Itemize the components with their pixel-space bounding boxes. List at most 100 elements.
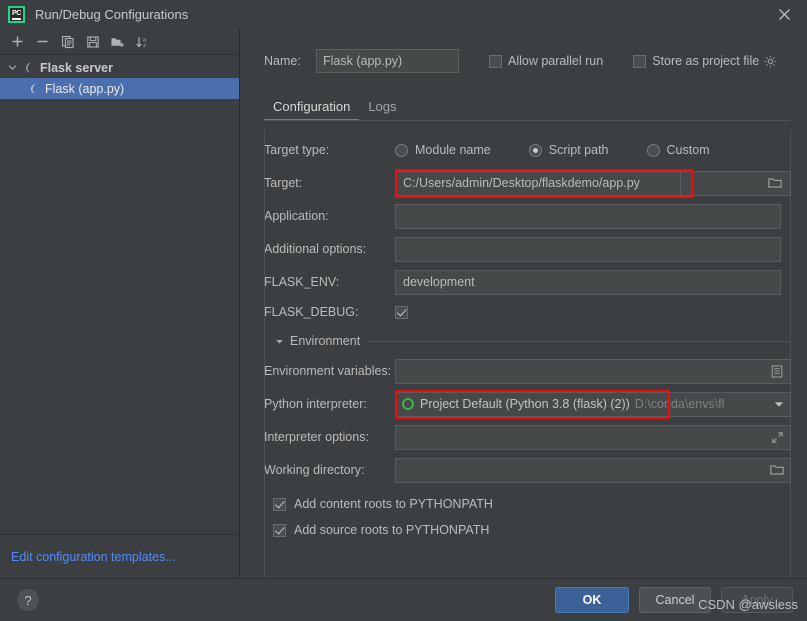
help-icon[interactable]: ? <box>17 589 39 611</box>
target-type-row: Target type: Module name Script path Cus… <box>264 135 791 165</box>
remove-configuration-button[interactable] <box>31 31 54 53</box>
environment-variables-label: Environment variables: <box>264 364 392 378</box>
name-input[interactable] <box>316 49 459 73</box>
tree-item-flask-app[interactable]: Flask (app.py) <box>0 78 239 99</box>
flask-debug-checkbox[interactable] <box>395 305 408 319</box>
environment-variables-input[interactable] <box>395 358 791 384</box>
gear-icon[interactable] <box>764 55 777 68</box>
flask-debug-label: FLASK_DEBUG: <box>264 305 359 319</box>
apply-button: Apply <box>721 587 793 613</box>
section-divider <box>368 340 791 342</box>
svg-text:z: z <box>143 43 146 49</box>
save-configuration-button[interactable] <box>81 31 104 53</box>
flask-icon <box>26 82 40 96</box>
sidebar-toolbar: a z <box>0 29 239 55</box>
folder-icon[interactable] <box>764 459 790 482</box>
interpreter-options-input[interactable] <box>395 424 791 450</box>
additional-options-row: Additional options: <box>264 234 791 264</box>
working-directory-label: Working directory: <box>264 463 365 477</box>
interpreter-status-icon <box>402 398 414 410</box>
flask-env-input[interactable]: development <box>395 269 781 295</box>
store-as-project-file-label: Store as project file <box>652 54 760 68</box>
radio-script-path[interactable]: Script path <box>528 143 609 157</box>
checkbox-box <box>273 523 286 537</box>
application-row: Application: <box>264 201 791 231</box>
ok-button[interactable]: OK <box>555 587 629 613</box>
allow-parallel-run-checkbox[interactable]: Allow parallel run <box>489 54 603 68</box>
interpreter-options-row: Interpreter options: <box>264 422 791 452</box>
add-configuration-button[interactable] <box>6 31 29 53</box>
target-row: Target: C:/Users/admin/Desktop/flaskdemo… <box>264 168 791 198</box>
flask-icon <box>21 61 35 75</box>
dialog-body: a z Flask server Flask (app.py) Edit con… <box>0 29 807 578</box>
flask-env-row: FLASK_ENV: development <box>264 267 791 297</box>
cancel-button[interactable]: Cancel <box>639 587 711 613</box>
target-type-radio-group: Module name Script path Custom <box>395 143 748 157</box>
configuration-form: Target type: Module name Script path Cus… <box>264 130 791 578</box>
radio-custom[interactable]: Custom <box>646 143 710 157</box>
tree-group-flask-server[interactable]: Flask server <box>0 57 239 78</box>
edit-configuration-templates-link[interactable]: Edit configuration templates... <box>11 550 176 564</box>
radio-circle <box>528 143 542 157</box>
python-interpreter-row: Python interpreter: Project Default (Pyt… <box>264 389 791 419</box>
edit-templates-row: Edit configuration templates... <box>0 534 239 578</box>
chevron-down-icon[interactable] <box>768 393 790 416</box>
target-browse-button[interactable] <box>681 170 791 196</box>
tab-configuration[interactable]: Configuration <box>264 99 360 121</box>
working-directory-input[interactable] <box>395 457 791 483</box>
radio-module-name-label: Module name <box>415 143 491 157</box>
python-interpreter-combobox[interactable]: Project Default (Python 3.8 (flask) (2))… <box>395 391 791 417</box>
pycharm-logo-icon: PC <box>8 6 25 23</box>
configuration-editor-panel: Name: Allow parallel run Store as projec… <box>240 29 807 578</box>
checkbox-box <box>633 54 647 68</box>
checkbox-box <box>489 54 502 68</box>
dialog-footer: ? OK Cancel Apply <box>0 578 807 621</box>
name-label: Name: <box>264 54 301 68</box>
python-interpreter-label: Python interpreter: <box>264 397 367 411</box>
configurations-tree: Flask server Flask (app.py) <box>0 55 239 578</box>
tree-item-label: Flask (app.py) <box>45 81 125 96</box>
interpreter-options-label: Interpreter options: <box>264 430 369 444</box>
add-source-roots-checkbox[interactable]: Add source roots to PYTHONPATH <box>264 517 791 543</box>
additional-options-input[interactable] <box>395 236 781 262</box>
tabs-underline <box>264 120 791 121</box>
add-content-roots-label: Add content roots to PYTHONPATH <box>294 497 493 511</box>
editor-tabs: Configuration Logs <box>240 92 807 121</box>
python-interpreter-value: Project Default (Python 3.8 (flask) (2)) <box>420 397 630 411</box>
radio-script-path-label: Script path <box>548 143 609 157</box>
title-bar: PC Run/Debug Configurations <box>0 0 807 29</box>
flask-debug-row: FLASK_DEBUG: <box>264 300 791 324</box>
store-as-project-file-checkbox[interactable]: Store as project file <box>633 54 777 68</box>
dialog-buttons: OK Cancel Apply <box>555 587 793 613</box>
close-icon[interactable] <box>761 0 807 29</box>
window-title: Run/Debug Configurations <box>35 7 189 22</box>
checkbox-box <box>273 497 286 511</box>
chevron-down-icon[interactable] <box>6 61 19 74</box>
add-content-roots-checkbox[interactable]: Add content roots to PYTHONPATH <box>264 491 791 517</box>
python-interpreter-path: D:\conda\envs\fl <box>634 397 725 411</box>
target-value: C:/Users/admin/Desktop/flaskdemo/app.py <box>403 176 640 190</box>
environment-variables-editor-icon[interactable] <box>764 360 790 383</box>
tree-group-label: Flask server <box>40 60 113 75</box>
expand-icon[interactable] <box>764 426 790 449</box>
environment-section-header: Environment <box>264 330 791 352</box>
radio-custom-label: Custom <box>666 143 710 157</box>
sort-alpha-icon[interactable]: a z <box>131 31 154 53</box>
working-directory-row: Working directory: <box>264 455 791 485</box>
configurations-sidebar: a z Flask server Flask (app.py) Edit con… <box>0 29 240 578</box>
add-source-roots-label: Add source roots to PYTHONPATH <box>294 523 490 537</box>
flask-env-label: FLASK_ENV: <box>264 275 340 289</box>
radio-module-name[interactable]: Module name <box>395 143 491 157</box>
target-label: Target: <box>264 176 303 190</box>
pycharm-logo-bar <box>12 18 21 20</box>
copy-configuration-button[interactable] <box>56 31 79 53</box>
triangle-down-icon[interactable] <box>272 337 286 346</box>
application-label: Application: <box>264 209 329 223</box>
pycharm-logo-text: PC <box>11 9 22 17</box>
target-input[interactable]: C:/Users/admin/Desktop/flaskdemo/app.py <box>395 170 681 196</box>
tab-logs[interactable]: Logs <box>359 99 405 121</box>
target-type-label: Target type: <box>264 143 330 157</box>
application-input[interactable] <box>395 203 781 229</box>
allow-parallel-run-label: Allow parallel run <box>508 54 604 68</box>
new-folder-button[interactable] <box>106 31 129 53</box>
